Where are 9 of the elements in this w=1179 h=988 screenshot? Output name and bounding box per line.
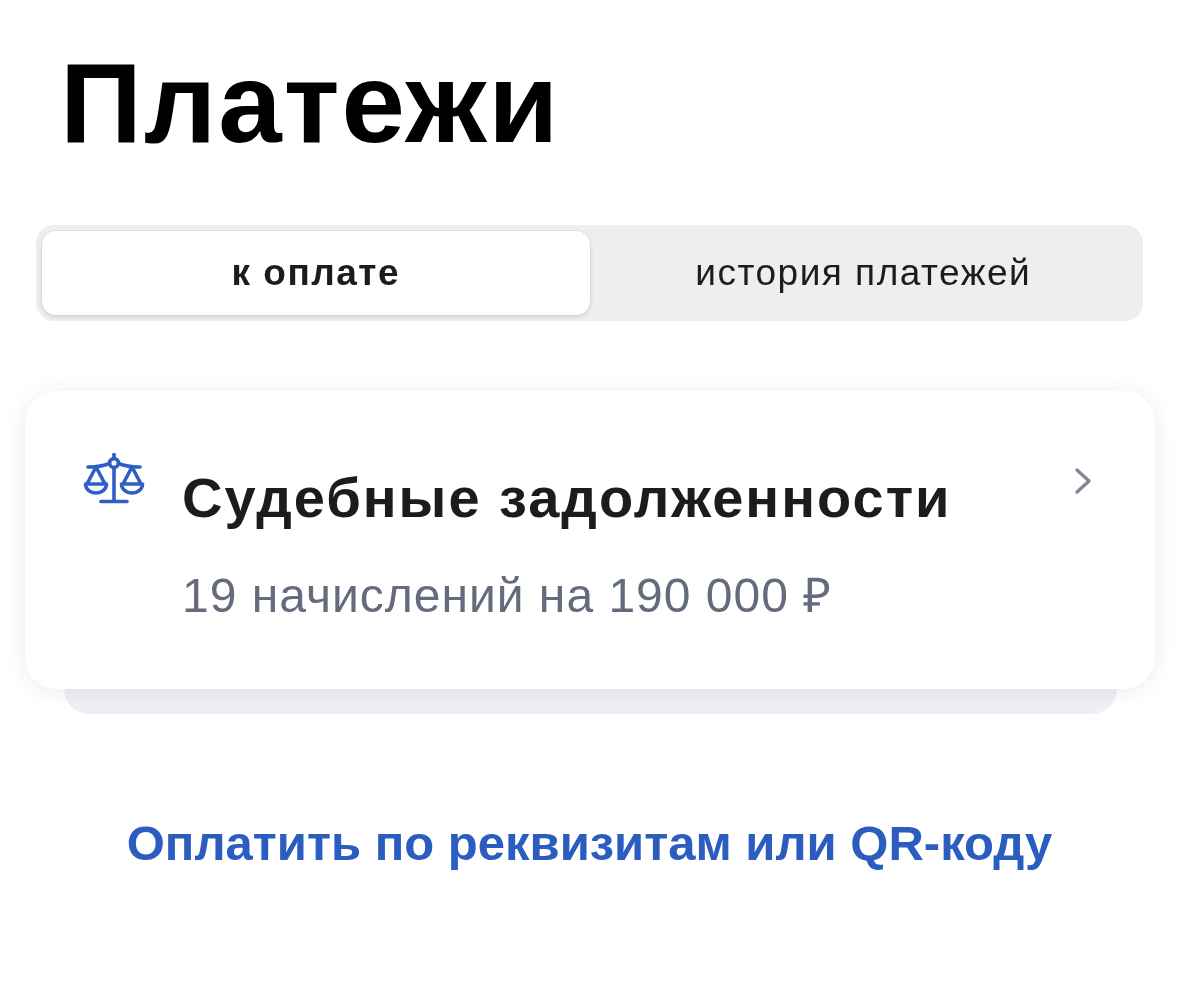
page-title: Платежи [60, 46, 561, 160]
debt-card[interactable]: Судебные задолженности 19 начислений на 190 000 ₽ [25, 391, 1155, 689]
tab[interactable]: к оплате [42, 231, 590, 315]
pay-by-details-link[interactable]: Оплатить по реквизитам или QR-коду [126, 814, 1053, 873]
card-subtitle: 19 начислений на 190 000 ₽ [182, 569, 833, 623]
tab[interactable]: история платежей [589, 231, 1137, 315]
scales-icon [83, 453, 145, 505]
chevron-right-icon [1073, 467, 1093, 495]
card-title: Судебные задолженности [182, 467, 952, 529]
